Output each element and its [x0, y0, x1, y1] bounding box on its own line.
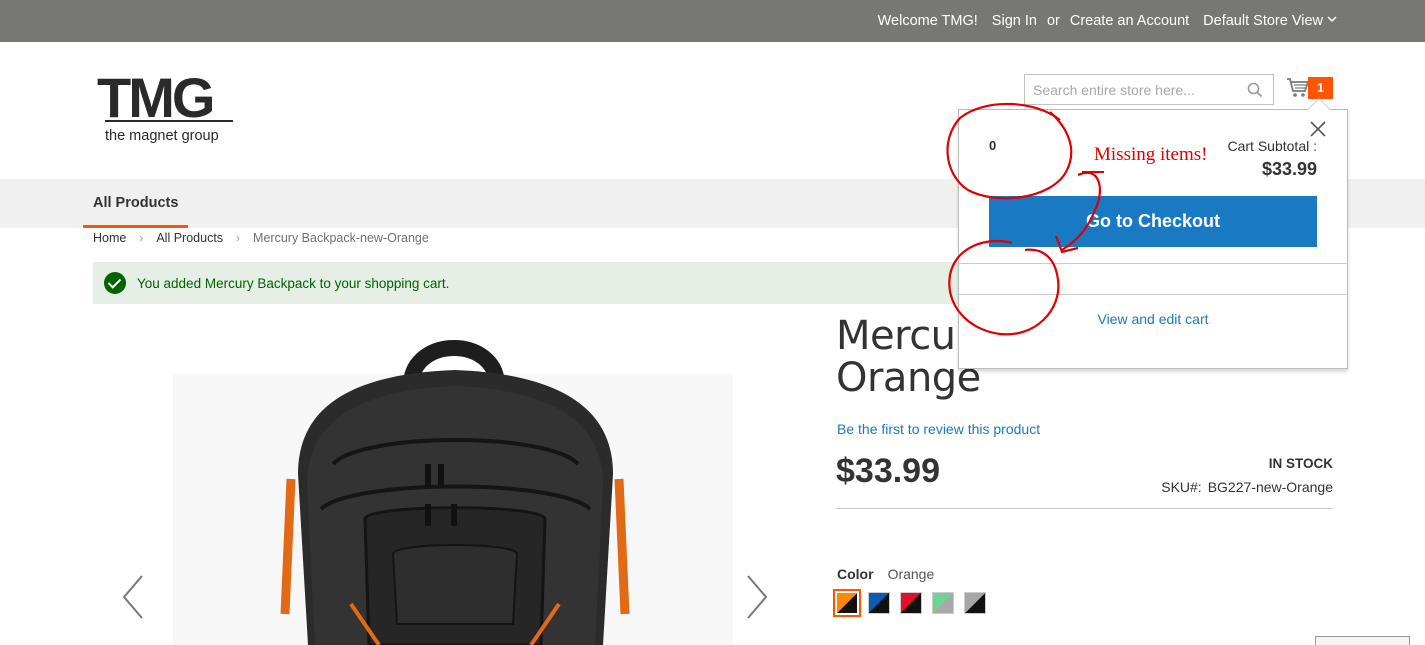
search-box [1024, 74, 1274, 105]
product-image-backpack [280, 340, 630, 645]
stock-status: IN STOCK [1268, 456, 1333, 471]
success-message-text: You added Mercury Backpack to your shopp… [137, 275, 450, 291]
welcome-text: Welcome TMG! [877, 13, 978, 29]
success-message: You added Mercury Backpack to your shopp… [93, 262, 973, 304]
color-attribute-value: Orange [887, 566, 935, 582]
review-link[interactable]: Be the first to review this product [837, 421, 1040, 437]
breadcrumb-separator-icon: › [236, 231, 241, 245]
logo-tagline: the magnet group [105, 128, 219, 144]
annotation-text: Missing items! [1094, 144, 1208, 165]
minicart-divider [959, 294, 1347, 295]
view-edit-cart-link[interactable]: View and edit cart [959, 311, 1347, 327]
chevron-left-icon[interactable] [118, 572, 148, 622]
product-gallery [93, 314, 803, 645]
sku-value: BG227-new-Orange [1207, 479, 1333, 495]
nav-item-all-products[interactable]: All Products [83, 179, 189, 228]
close-icon[interactable] [1309, 120, 1327, 138]
breadcrumb-home[interactable]: Home [93, 231, 126, 245]
sign-in-link[interactable]: Sign In [992, 13, 1037, 29]
cart-subtotal-amount: $33.99 [1261, 159, 1317, 179]
minicart-divider [959, 263, 1347, 264]
product-price: $33.99 [836, 452, 940, 490]
dropdown-caret [1307, 98, 1331, 110]
breadcrumb: Home › All Products › Mercury Backpack-n… [93, 230, 429, 246]
sku-label: SKU#: [1161, 479, 1202, 495]
search-icon[interactable] [1247, 82, 1263, 98]
breadcrumb-current: Mercury Backpack-new-Orange [253, 231, 429, 245]
minicart-items-count: 0 [989, 138, 997, 153]
go-to-checkout-button[interactable]: Go to Checkout [989, 196, 1317, 247]
divider [836, 508, 1333, 509]
logo-rule [105, 120, 233, 122]
swatch-black-grey[interactable] [964, 592, 986, 614]
or-text: or [1046, 13, 1060, 29]
cart-icon [1287, 78, 1310, 97]
search-input[interactable] [1025, 75, 1235, 104]
swatch-grey-green[interactable] [932, 592, 954, 614]
logo-word: TMG [97, 66, 215, 129]
breadcrumb-separator-icon: › [139, 231, 144, 245]
check-circle-icon [104, 272, 126, 294]
top-bar: Welcome TMG! Sign In or Create an Accoun… [0, 0, 1425, 42]
breadcrumb-all-products[interactable]: All Products [156, 231, 223, 245]
swatch-black-red[interactable] [900, 592, 922, 614]
swatch-black-blue[interactable] [868, 592, 890, 614]
cart-count-badge: 1 [1308, 77, 1333, 99]
store-switcher-label: Default Store View [1203, 13, 1323, 29]
color-swatches [833, 589, 986, 617]
product-sku: SKU#: BG227-new-Orange [1161, 479, 1333, 495]
store-logo[interactable]: TMG the magnet group [97, 70, 247, 150]
swatch-black-orange[interactable] [833, 589, 861, 617]
color-attribute-label: Color [837, 566, 874, 582]
chevron-right-icon[interactable] [742, 572, 772, 622]
store-switcher[interactable]: Default Store View [1203, 13, 1337, 29]
cart-subtotal-label: Cart Subtotal : [1227, 138, 1318, 154]
create-account-link[interactable]: Create an Account [1070, 13, 1189, 29]
chevron-down-icon [1327, 16, 1337, 23]
corner-stamp [1315, 636, 1410, 645]
color-attribute: Color Orange [837, 566, 934, 582]
header-links: Welcome TMG! Sign In or Create an Accoun… [878, 0, 1337, 42]
